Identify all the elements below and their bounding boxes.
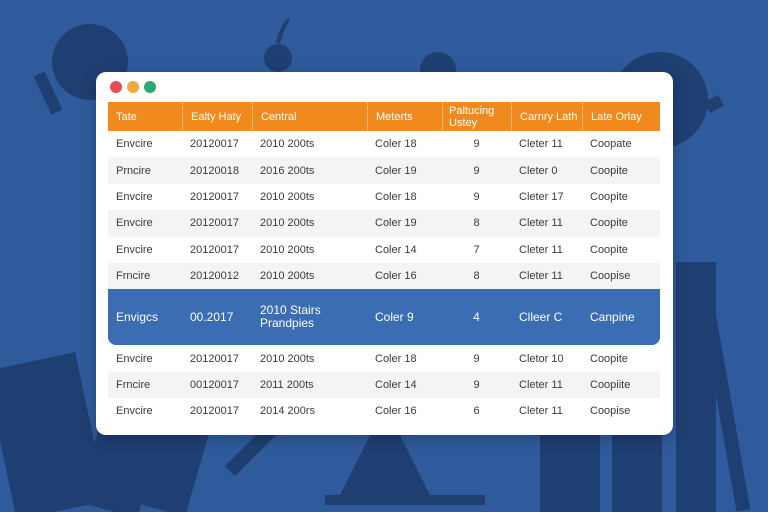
table-cell: 9 — [473, 190, 480, 203]
table-cell: Coler 19 — [375, 164, 417, 177]
table-cell: 2016 200ts — [260, 164, 315, 177]
table-cell: Cleter 11 — [519, 378, 563, 391]
table-cell: 8 — [473, 217, 480, 230]
table-cell: 9 — [473, 352, 480, 365]
table-cell: Clleer C — [519, 310, 563, 325]
table-cell: 7 — [473, 243, 480, 256]
table-cell: Coopite — [590, 217, 628, 230]
table-row[interactable]: Frncire 20120012 2010 200ts Coler 16 8 C… — [108, 262, 660, 290]
table-cell: 2011 200ts — [260, 378, 314, 391]
table-row[interactable]: Envcire 20120017 2010 200ts Coler 18 9 C… — [108, 184, 660, 210]
table-cell: Coler 16 — [375, 270, 417, 283]
table-cell: 20120017 — [190, 405, 239, 418]
table-cell: Prncire — [116, 164, 151, 177]
minimize-button[interactable] — [127, 81, 139, 93]
table-cell: 20120018 — [190, 164, 239, 177]
maximize-button[interactable] — [144, 81, 156, 93]
table-cell: Envcire — [116, 217, 153, 230]
table-row[interactable]: Envcire 20120017 2014 200rs Coler 16 6 C… — [108, 398, 660, 424]
table-cell: 2010 200ts — [260, 138, 315, 151]
table-cell: 2010 200ts — [260, 217, 315, 230]
table-cell: Coler 14 — [375, 378, 417, 391]
table-cell: 6 — [473, 405, 480, 418]
table-cell: Coopise — [590, 405, 631, 418]
table-cell: Cleter 0 — [519, 164, 558, 177]
table-cell: 20120017 — [190, 190, 239, 203]
table-cell: Envcire — [116, 405, 153, 418]
column-header[interactable]: Central — [252, 102, 367, 131]
table-cell: Cleter 17 — [519, 190, 564, 203]
table-row[interactable]: Envcire 20120017 2010 200ts Coler 14 7 C… — [108, 237, 660, 263]
table-cell: 2010 200ts — [260, 243, 315, 256]
table-cell: Coopise — [590, 270, 631, 283]
table-cell: 2010 Stairs Prandpies — [260, 304, 321, 331]
column-header[interactable]: Late Orlay — [582, 102, 660, 131]
table-cell: 20120017 — [190, 243, 239, 256]
table-cell: Coler 18 — [375, 352, 417, 365]
table-cell: 00.2017 — [190, 310, 234, 325]
table-cell: 9 — [473, 138, 480, 151]
close-button[interactable] — [110, 81, 122, 93]
data-table: Tate Ealty Haty Central Meterts Paltucin… — [108, 102, 660, 425]
table-cell: 00120017 — [190, 378, 239, 391]
table-cell: Frncire — [116, 270, 151, 283]
table-cell: Coler 18 — [375, 190, 417, 203]
app-window: Tate Ealty Haty Central Meterts Paltucin… — [96, 72, 673, 435]
table-row[interactable]: Prncire 20120018 2016 200ts Coler 19 9 C… — [108, 157, 660, 184]
table-cell: 9 — [473, 378, 480, 391]
table-cell: Canpine — [590, 310, 635, 325]
table-cell: Envcire — [116, 138, 153, 151]
table-row[interactable]: Frncire 00120017 2011 200ts Coler 14 9 C… — [108, 371, 660, 399]
column-header[interactable]: Paltucing Ustey — [442, 102, 511, 131]
table-header: Tate Ealty Haty Central Meterts Paltucin… — [108, 102, 660, 131]
table-cell: Coopiite — [590, 378, 631, 391]
table-cell: Coler 9 — [375, 310, 414, 325]
column-header[interactable]: Ealty Haty — [182, 102, 252, 131]
table-cell: 20120017 — [190, 138, 239, 151]
column-header[interactable]: Tate — [108, 102, 182, 131]
table-row[interactable]: Envcire 20120017 2010 200ts Coler 18 9 C… — [108, 131, 660, 157]
table-cell: Envcire — [116, 190, 153, 203]
table-cell: Envigcs — [116, 310, 159, 325]
table-cell: 4 — [473, 310, 480, 325]
table-cell: Coopite — [590, 243, 628, 256]
column-header[interactable]: Meterts — [367, 102, 442, 131]
table-cell: 20120012 — [190, 270, 239, 283]
table-cell: 2010 200ts — [260, 270, 315, 283]
desktop-background: Tate Ealty Haty Central Meterts Paltucin… — [0, 0, 768, 512]
table-cell: 2010 200ts — [260, 190, 315, 203]
table-cell: Envcire — [116, 352, 153, 365]
table-cell: Cleter 11 — [519, 138, 563, 151]
table-cell: 20120017 — [190, 217, 239, 230]
table-row[interactable]: Envcire 20120017 2010 200ts Coler 19 8 C… — [108, 210, 660, 237]
table-cell: Cleter 11 — [519, 405, 563, 418]
table-cell: Cleter 11 — [519, 243, 563, 256]
table-cell: Envcire — [116, 243, 153, 256]
table-cell: 2014 200rs — [260, 405, 316, 418]
table-cell: Cleter 11 — [519, 270, 563, 283]
table-cell: Coler 14 — [375, 243, 417, 256]
table-cell: Cletor 10 — [519, 352, 564, 365]
table-cell: Coopite — [590, 352, 628, 365]
table-cell: Coler 19 — [375, 217, 417, 230]
table-cell: Frncire — [116, 378, 151, 391]
table-cell: Cleter 11 — [519, 217, 563, 230]
table-cell: 2010 200ts — [260, 352, 315, 365]
table-cell: 8 — [473, 270, 480, 283]
table-cell: Coopite — [590, 164, 628, 177]
column-header[interactable]: Carnry Lath — [511, 102, 582, 131]
table-cell: 20120017 — [190, 352, 239, 365]
table-cell: Coler 18 — [375, 138, 417, 151]
selected-table-row[interactable]: Envigcs 00.2017 2010 Stairs Prandpies Co… — [108, 289, 660, 346]
window-controls — [110, 81, 156, 93]
table-cell: Coopite — [590, 190, 628, 203]
table-cell: 9 — [473, 164, 480, 177]
table-cell: Coler 16 — [375, 405, 417, 418]
table-cell: Coopate — [590, 138, 632, 151]
table-row[interactable]: Envcire 20120017 2010 200ts Coler 18 9 C… — [108, 345, 660, 371]
